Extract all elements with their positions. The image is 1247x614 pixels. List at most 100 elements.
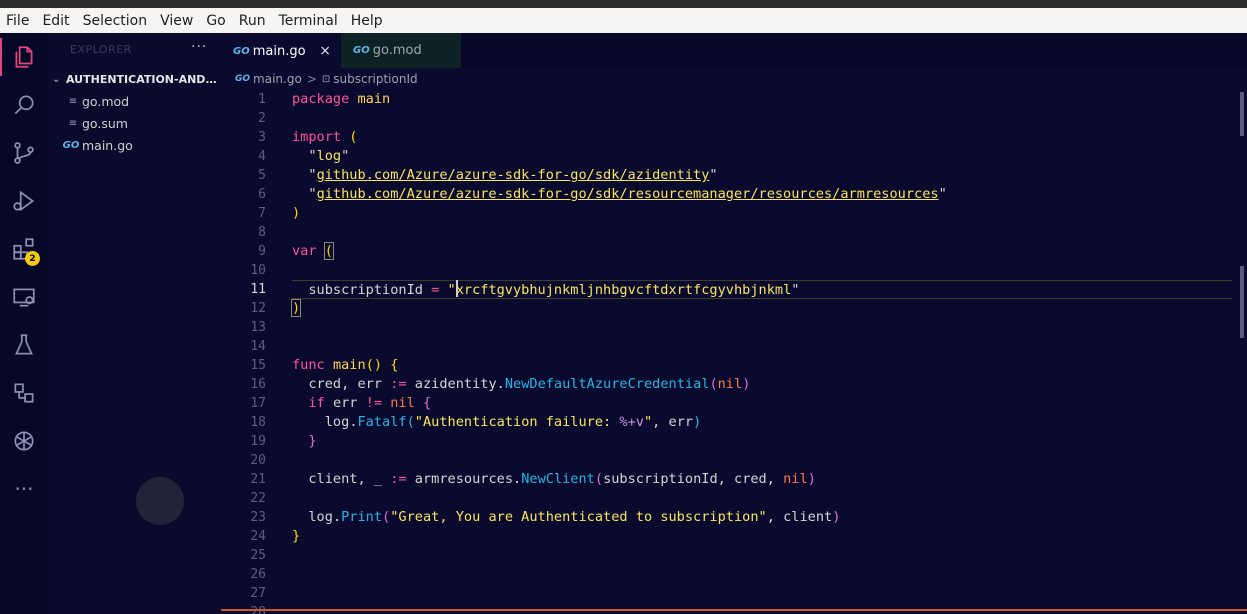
keyword: var bbox=[292, 243, 317, 259]
line-number: 27 bbox=[250, 586, 266, 601]
line-number: 25 bbox=[250, 548, 266, 563]
remote-explorer-icon[interactable] bbox=[0, 277, 48, 317]
line-number: 1 bbox=[258, 92, 266, 107]
floating-overlay-circle bbox=[136, 477, 184, 525]
package-ref: armresources bbox=[414, 471, 514, 487]
line-number: 7 bbox=[258, 206, 266, 221]
identifier: cred, err bbox=[308, 376, 383, 392]
go-file-icon: GO bbox=[353, 45, 370, 56]
menu-selection[interactable]: Selection bbox=[83, 13, 148, 29]
package-ref: azidentity bbox=[414, 376, 497, 392]
code-line-8: 8 bbox=[221, 223, 1247, 242]
menu-go[interactable]: Go bbox=[206, 13, 225, 29]
file-name: go.mod bbox=[82, 93, 130, 109]
line-number: 18 bbox=[250, 415, 266, 430]
line-number: 5 bbox=[258, 168, 266, 183]
line-number: 23 bbox=[250, 510, 266, 525]
line-number: 14 bbox=[250, 339, 266, 354]
breadcrumb-symbol[interactable]: subscriptionId bbox=[333, 72, 417, 86]
identifier: err bbox=[668, 414, 694, 430]
line-number: 4 bbox=[258, 149, 266, 164]
menu-view[interactable]: View bbox=[160, 13, 193, 29]
minimap-section[interactable] bbox=[1240, 266, 1244, 338]
brace: { bbox=[423, 395, 432, 411]
code-line-1: 1 package main bbox=[221, 90, 1247, 109]
code-editor[interactable]: 1 package main 2 3 import ( 4 "log" 5 "git… bbox=[221, 90, 1247, 614]
sidebar-title: EXPLORER bbox=[70, 43, 132, 56]
tab-go-mod[interactable]: GO go.mod bbox=[341, 33, 461, 68]
folder-row[interactable]: ⌄ AUTHENTICATION-AND-FE... bbox=[48, 69, 221, 89]
explorer-sidebar: EXPLORER ··· ⌄ AUTHENTICATION-AND-FE... … bbox=[48, 33, 221, 614]
line-number: 13 bbox=[250, 320, 266, 335]
string-literal: Authentication failure: bbox=[422, 414, 620, 430]
menu-terminal[interactable]: Terminal bbox=[279, 13, 338, 29]
code-line-25: 25 bbox=[221, 546, 1247, 565]
menu-edit[interactable]: Edit bbox=[42, 13, 69, 29]
arguments: subscriptionId, cred, bbox=[603, 471, 784, 487]
close-icon[interactable]: × bbox=[319, 43, 331, 59]
code-line-24: 24} bbox=[221, 527, 1247, 546]
code-line-23: 23 log.Print("Great, You are Authenticat… bbox=[221, 508, 1247, 527]
line-number: 9 bbox=[258, 244, 266, 259]
line-number: 10 bbox=[250, 263, 266, 278]
code-line-3: 3 import ( bbox=[221, 128, 1247, 147]
import-path-link[interactable]: github.com/Azure/azure-sdk-for-go/sdk/az… bbox=[317, 167, 710, 183]
workflow-icon[interactable] bbox=[0, 373, 48, 413]
line-number: 21 bbox=[250, 472, 266, 487]
tab-main-go[interactable]: GO main.go × bbox=[221, 33, 341, 68]
code-line-10: 10 bbox=[221, 261, 1247, 280]
tab-label: main.go bbox=[252, 43, 306, 59]
testing-icon[interactable] bbox=[0, 325, 48, 365]
code-line-14: 14 bbox=[221, 337, 1247, 356]
code-line-22: 22 bbox=[221, 489, 1247, 508]
run-debug-icon[interactable] bbox=[0, 181, 48, 221]
openai-icon[interactable] bbox=[0, 421, 48, 461]
import-path-link[interactable]: github.com/Azure/azure-sdk-for-go/sdk/re… bbox=[317, 186, 939, 202]
code-line-13: 13 bbox=[221, 318, 1247, 337]
package-name: main bbox=[357, 91, 391, 107]
source-control-icon[interactable] bbox=[0, 133, 48, 173]
line-number: 22 bbox=[250, 491, 266, 506]
file-item-go-mod[interactable]: ≡ go.mod bbox=[48, 90, 221, 112]
extensions-badge: 2 bbox=[25, 251, 40, 266]
menu-run[interactable]: Run bbox=[239, 13, 266, 29]
file-item-go-sum[interactable]: ≡ go.sum bbox=[48, 112, 221, 134]
function-call: NewClient bbox=[521, 471, 595, 487]
more-icon[interactable]: ··· bbox=[0, 469, 48, 509]
menu-help[interactable]: Help bbox=[351, 13, 383, 29]
code-line-5: 5 "github.com/Azure/azure-sdk-for-go/sdk… bbox=[221, 166, 1247, 185]
line-number: 3 bbox=[258, 130, 266, 145]
extensions-icon[interactable]: 2 bbox=[0, 229, 48, 269]
code-line-9: 9 var ( bbox=[221, 242, 1247, 261]
search-icon[interactable] bbox=[0, 85, 48, 125]
code-line-11: 11 subscriptionId = "xrcftgvybhujnkmljnh… bbox=[221, 280, 1247, 299]
breadcrumb-file[interactable]: main.go bbox=[253, 72, 302, 86]
file-item-main-go[interactable]: GO main.go bbox=[48, 134, 221, 156]
function-call: NewDefaultAzureCredential bbox=[504, 376, 710, 392]
code-line-19: 19 } bbox=[221, 432, 1247, 451]
nil-literal: nil bbox=[390, 395, 415, 411]
tab-label: go.mod bbox=[372, 43, 422, 58]
editor-tab-bar: GO main.go × GO go.mod bbox=[221, 33, 1247, 68]
keyword: package bbox=[292, 91, 350, 107]
paren: ( bbox=[323, 242, 334, 260]
activity-bar: 2 ··· bbox=[0, 33, 48, 614]
minimap[interactable] bbox=[1240, 92, 1244, 136]
identifier: err bbox=[332, 395, 358, 411]
format-verb: %+v bbox=[619, 414, 644, 430]
file-name: go.sum bbox=[82, 115, 128, 131]
line-number: 17 bbox=[250, 396, 266, 411]
line-number: 20 bbox=[250, 453, 266, 468]
keyword: if bbox=[308, 395, 325, 411]
operator: = bbox=[431, 282, 440, 298]
nil-literal: nil bbox=[783, 471, 808, 487]
function-call: Fatalf bbox=[357, 414, 407, 430]
code-line-27: 27 bbox=[221, 584, 1247, 603]
explorer-icon[interactable] bbox=[0, 37, 48, 77]
window-top-strip bbox=[0, 0, 1247, 8]
package-ref: log bbox=[324, 414, 350, 430]
menu-file[interactable]: File bbox=[6, 13, 29, 29]
more-actions-icon[interactable]: ··· bbox=[191, 39, 207, 55]
code-line-26: 26 bbox=[221, 565, 1247, 584]
go-file-icon: GO bbox=[235, 74, 251, 84]
